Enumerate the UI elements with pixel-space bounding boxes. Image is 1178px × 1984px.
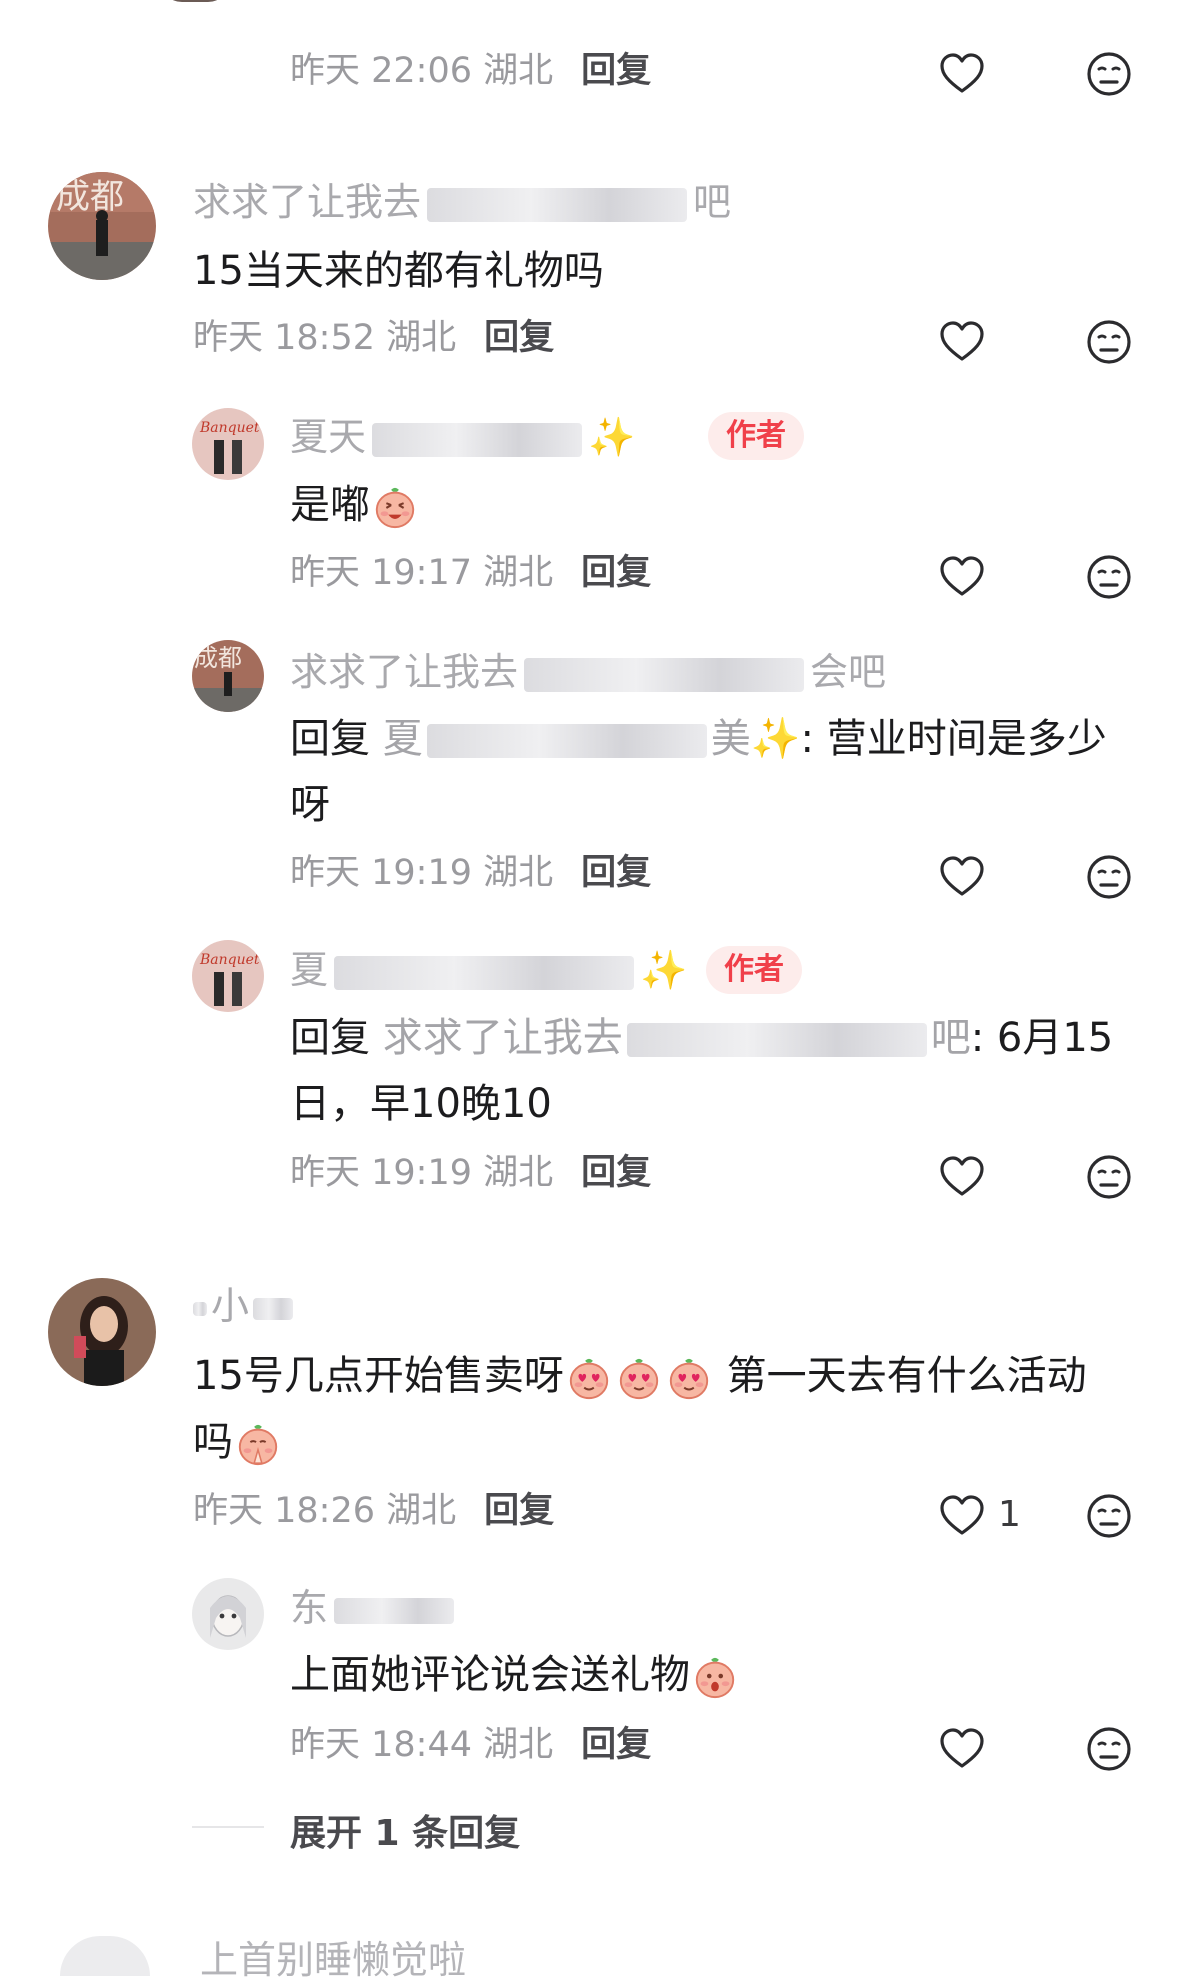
meh-face-icon[interactable] — [1085, 318, 1133, 366]
blurred-username — [193, 1301, 207, 1316]
avatar[interactable] — [160, 0, 230, 2]
username[interactable]: 上首别睡懒觉啦 — [200, 1938, 466, 1984]
divider — [192, 1826, 264, 1828]
avatar[interactable]: Banquet — [192, 408, 264, 480]
comment-text: 15当天来的都有礼物吗 — [193, 248, 604, 294]
reply-button[interactable]: 回复 — [581, 1725, 651, 1765]
reply-button[interactable]: 回复 — [581, 553, 651, 593]
username[interactable]: 夏 — [290, 948, 328, 992]
comment-time: 昨天 18:26 湖北 — [193, 1491, 457, 1531]
peach-heart-eyes-emoji — [566, 1355, 612, 1401]
meh-face-icon[interactable] — [1085, 553, 1133, 601]
comment-time: 昨天 18:52 湖北 — [193, 318, 457, 358]
reply-time: 昨天 19:19 湖北 — [290, 853, 554, 893]
blurred-username — [253, 1297, 294, 1320]
blurred-username — [427, 187, 688, 222]
peach-heart-eyes-emoji — [666, 1355, 712, 1401]
peach-laugh-emoji — [372, 484, 418, 530]
meh-face-icon[interactable] — [1085, 1492, 1133, 1540]
heart-outline-icon[interactable] — [938, 853, 986, 901]
svg-text:成都: 成都 — [194, 644, 242, 672]
blurred-username — [626, 1023, 927, 1057]
avatar[interactable]: 成都 — [192, 640, 264, 712]
reply-button[interactable]: 回复 — [581, 1153, 651, 1193]
comment-time: 昨天 22:06 湖北 — [290, 51, 554, 91]
heart-outline-icon[interactable] — [938, 50, 986, 98]
reply-button[interactable]: 回复 — [484, 1491, 554, 1531]
svg-text:Banquet: Banquet — [199, 952, 260, 968]
blurred-username — [334, 955, 635, 990]
username-suffix: 会吧 — [810, 650, 887, 694]
heart-outline-icon[interactable] — [938, 553, 986, 601]
username[interactable]: 夏天 — [290, 415, 366, 459]
sparkles-emoji: ✨ — [588, 415, 636, 459]
blurred-username — [372, 422, 583, 457]
reply-time: 昨天 19:17 湖北 — [290, 553, 554, 593]
reply-prefix: 回复 — [290, 716, 370, 762]
reply-text: 是嘟 — [290, 482, 370, 528]
username-suffix: 吧 — [693, 180, 732, 224]
username[interactable]: 小 — [211, 1284, 249, 1328]
heart-outline-icon[interactable] — [938, 1725, 986, 1773]
reply-to-suffix: 吧 — [930, 1015, 971, 1061]
reply-text: 上面她评论说会送礼物 — [290, 1652, 690, 1698]
author-badge: 作者 — [708, 412, 804, 460]
blurred-username — [426, 724, 707, 758]
peach-pray-emoji — [235, 1421, 281, 1467]
sparkles-emoji: ✨ — [640, 948, 688, 992]
heart-outline-icon[interactable] — [938, 1492, 986, 1540]
reply-time: 昨天 18:44 湖北 — [290, 1725, 554, 1765]
avatar[interactable] — [48, 1278, 156, 1386]
svg-text:Banquet: Banquet — [199, 420, 260, 436]
reply-button[interactable]: 回复 — [581, 853, 651, 893]
reply-time: 昨天 19:19 湖北 — [290, 1153, 554, 1193]
reply-to-user[interactable]: 求求了让我去 — [383, 1015, 623, 1061]
username[interactable]: 求求了让我去 — [193, 180, 421, 224]
like-count: 1 — [998, 1494, 1021, 1535]
reply-to-suffix: 美 — [710, 716, 751, 762]
meh-face-icon[interactable] — [1085, 50, 1133, 98]
author-badge: 作者 — [706, 946, 802, 994]
meh-face-icon[interactable] — [1085, 1153, 1133, 1201]
avatar[interactable] — [60, 1936, 150, 1976]
avatar[interactable]: 成都 — [48, 172, 156, 280]
peach-shy-emoji — [692, 1654, 738, 1700]
blurred-username — [334, 1597, 455, 1624]
username[interactable]: 求求了让我去 — [290, 650, 518, 694]
comment-text: 15号几点开始售卖呀 — [193, 1353, 564, 1399]
reply-prefix: 回复 — [290, 1015, 370, 1061]
username[interactable]: 东 — [290, 1586, 328, 1630]
heart-outline-icon[interactable] — [938, 318, 986, 366]
svg-text:成都: 成都 — [56, 177, 124, 217]
meh-face-icon[interactable] — [1085, 1725, 1133, 1773]
avatar[interactable] — [192, 1578, 264, 1650]
reply-to-user[interactable]: 夏 — [383, 716, 423, 762]
heart-outline-icon[interactable] — [938, 1153, 986, 1201]
blurred-username — [524, 657, 805, 692]
reply-button[interactable]: 回复 — [581, 51, 651, 91]
avatar[interactable]: Banquet — [192, 940, 264, 1012]
reply-button[interactable]: 回复 — [484, 318, 554, 358]
sparkles-emoji: ✨ — [750, 716, 801, 762]
expand-replies-button[interactable]: 展开 1 条回复 — [290, 1804, 520, 1856]
meh-face-icon[interactable] — [1085, 853, 1133, 901]
peach-heart-eyes-emoji — [616, 1355, 662, 1401]
